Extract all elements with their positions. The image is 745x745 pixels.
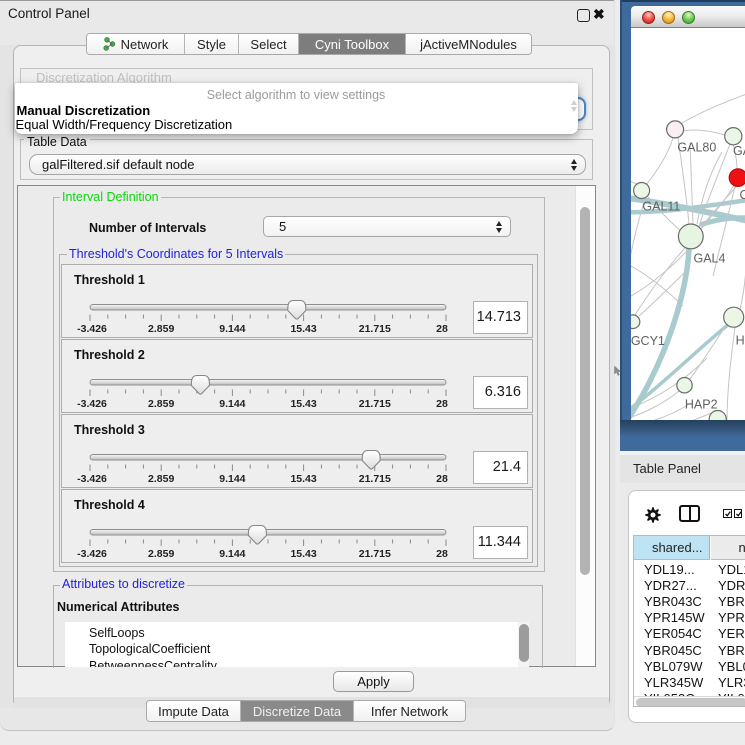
svg-text:28: 28: [436, 548, 448, 560]
svg-text:GAL4: GAL4: [694, 251, 726, 265]
svg-text:2.859: 2.859: [148, 548, 174, 560]
svg-text:2.859: 2.859: [148, 398, 174, 410]
svg-text:9.144: 9.144: [219, 473, 245, 485]
svg-text:GAL80: GAL80: [677, 141, 716, 155]
svg-text:-3.426: -3.426: [77, 398, 107, 410]
svg-text:28: 28: [436, 323, 448, 335]
svg-text:-3.426: -3.426: [77, 548, 107, 560]
svg-text:2.859: 2.859: [148, 473, 174, 485]
svg-text:15.43: 15.43: [290, 473, 316, 485]
svg-text:15.43: 15.43: [290, 323, 316, 335]
svg-text:21.715: 21.715: [359, 323, 391, 335]
svg-text:15.43: 15.43: [290, 548, 316, 560]
svg-text:28: 28: [436, 398, 448, 410]
svg-text:2.859: 2.859: [148, 323, 174, 335]
svg-text:21.715: 21.715: [359, 398, 391, 410]
svg-text:21.715: 21.715: [359, 473, 391, 485]
svg-text:-3.426: -3.426: [77, 473, 107, 485]
svg-text:-3.426: -3.426: [77, 323, 107, 335]
svg-text:HAP2: HAP2: [685, 397, 718, 411]
svg-text:HI: HI: [736, 333, 745, 347]
svg-text:9.144: 9.144: [219, 548, 245, 560]
svg-text:GAL11: GAL11: [642, 200, 680, 214]
svg-text:15.43: 15.43: [290, 398, 316, 410]
svg-text:GCY1: GCY1: [631, 334, 665, 348]
svg-text:CD: CD: [740, 188, 745, 202]
svg-text:21.715: 21.715: [359, 548, 391, 560]
svg-text:9.144: 9.144: [219, 323, 245, 335]
svg-text:28: 28: [436, 473, 448, 485]
svg-text:9.144: 9.144: [219, 398, 245, 410]
svg-text:GA: GA: [733, 144, 745, 158]
